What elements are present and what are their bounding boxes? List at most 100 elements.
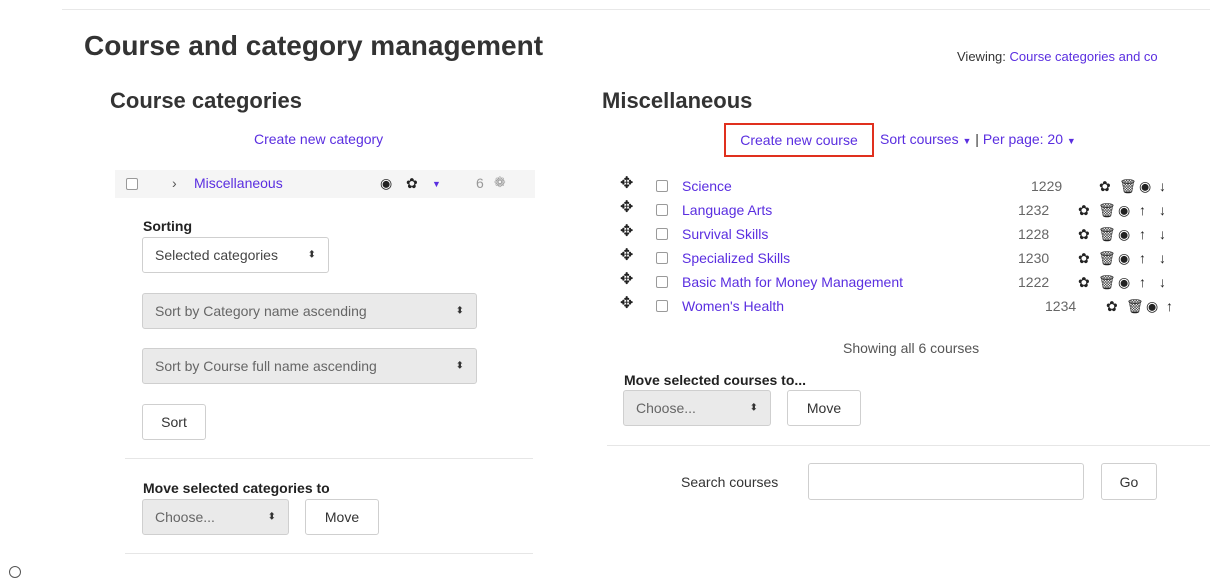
caret-down-icon[interactable]: ▼ xyxy=(1067,136,1076,146)
sort-button[interactable]: Sort xyxy=(142,404,206,440)
course-sort-select[interactable]: Sort by Course full name ascending ⬍ xyxy=(142,348,477,384)
move-icon[interactable]: ✥ xyxy=(620,176,633,192)
search-courses-label: Search courses xyxy=(681,474,779,490)
trash-icon[interactable]: 🗑 xyxy=(1098,275,1116,289)
course-id: 1228 xyxy=(1018,226,1050,242)
course-checkbox[interactable] xyxy=(656,300,668,312)
category-name-link[interactable]: Miscellaneous xyxy=(194,175,283,191)
eye-icon[interactable]: ◉ xyxy=(380,176,392,190)
viewing-link[interactable]: Course categories and co xyxy=(1010,49,1158,64)
move-categories-label: Move selected categories to xyxy=(143,480,330,496)
page-title: Course and category management xyxy=(84,30,544,61)
eye-icon[interactable]: ◉ xyxy=(1139,179,1151,193)
arrow-down-icon[interactable]: ↓ xyxy=(1159,203,1166,217)
sorting-label: Sorting xyxy=(143,218,192,234)
move-courses-select[interactable]: Choose... ⬍ xyxy=(623,390,771,426)
category-row[interactable]: › Miscellaneous ◉ ✿ ▼ 6 ❁ xyxy=(115,170,535,198)
arrow-down-icon[interactable]: ↓ xyxy=(1159,179,1166,193)
arrow-down-icon[interactable]: ↓ xyxy=(1159,227,1166,241)
move-categories-button[interactable]: Move xyxy=(305,499,379,535)
course-name-link[interactable]: Women's Health xyxy=(682,298,784,314)
move-icon[interactable]: ✥ xyxy=(620,296,633,312)
course-checkbox[interactable] xyxy=(656,204,668,216)
select-arrows-icon: ⬍ xyxy=(267,511,276,523)
course-name-link[interactable]: Survival Skills xyxy=(682,226,768,242)
eye-icon[interactable]: ◉ xyxy=(1146,299,1158,313)
gear-icon[interactable]: ✿ xyxy=(1078,251,1090,265)
cohort-icon: ❁ xyxy=(494,174,506,190)
courses-heading: Miscellaneous xyxy=(602,88,753,113)
create-category-link[interactable]: Create new category xyxy=(254,131,383,147)
gear-icon[interactable]: ✿ xyxy=(1078,275,1090,289)
per-page-link[interactable]: Per page: 20 xyxy=(983,131,1063,147)
caret-down-icon[interactable]: ▼ xyxy=(962,136,971,146)
gear-icon[interactable]: ✿ xyxy=(1078,203,1090,217)
arrow-up-icon[interactable]: ↑ xyxy=(1139,251,1146,265)
move-courses-button[interactable]: Move xyxy=(787,390,861,426)
course-checkbox[interactable] xyxy=(656,276,668,288)
arrow-up-icon[interactable]: ↑ xyxy=(1139,227,1146,241)
select-arrows-icon: ⬍ xyxy=(307,249,316,261)
trash-icon[interactable]: 🗑 xyxy=(1119,179,1137,193)
divider xyxy=(607,445,1210,446)
course-name-link[interactable]: Science xyxy=(682,178,732,194)
move-courses-value: Choose... xyxy=(636,400,696,416)
course-row: ✥ Survival Skills 1228 ✿ 🗑 ◉ ↑ ↓ xyxy=(620,222,1210,246)
course-row: ✥ Specialized Skills 1230 ✿ 🗑 ◉ ↑ ↓ xyxy=(620,246,1210,270)
search-go-button[interactable]: Go xyxy=(1101,463,1157,500)
course-checkbox[interactable] xyxy=(656,180,668,192)
trash-icon[interactable]: 🗑 xyxy=(1098,203,1116,217)
arrow-up-icon[interactable]: ↑ xyxy=(1139,203,1146,217)
arrow-down-icon[interactable]: ↓ xyxy=(1159,251,1166,265)
caret-down-icon[interactable]: ▼ xyxy=(432,180,441,189)
move-icon[interactable]: ✥ xyxy=(620,224,633,240)
move-icon[interactable]: ✥ xyxy=(620,272,633,288)
move-courses-label: Move selected courses to... xyxy=(624,372,807,388)
gear-icon[interactable]: ✿ xyxy=(1106,299,1118,313)
course-name-link[interactable]: Language Arts xyxy=(682,202,772,218)
eye-icon[interactable]: ◉ xyxy=(1118,203,1130,217)
course-name-link[interactable]: Basic Math for Money Management xyxy=(682,274,903,290)
gear-icon[interactable]: ✿ xyxy=(406,176,418,190)
arrow-up-icon[interactable]: ↑ xyxy=(1166,299,1173,313)
course-name-link[interactable]: Specialized Skills xyxy=(682,250,790,266)
trash-icon[interactable]: 🗑 xyxy=(1098,227,1116,241)
category-checkbox[interactable] xyxy=(126,178,138,190)
sort-courses-link[interactable]: Sort courses xyxy=(880,131,959,147)
expand-chevron-icon[interactable]: › xyxy=(172,175,177,191)
separator: | xyxy=(975,131,979,147)
select-arrows-icon: ⬍ xyxy=(749,402,758,414)
circle-icon xyxy=(9,566,21,578)
courses-count-summary: Showing all 6 courses xyxy=(843,340,980,356)
eye-icon[interactable]: ◉ xyxy=(1118,251,1130,265)
category-sort-select[interactable]: Sort by Category name ascending ⬍ xyxy=(142,293,477,329)
course-checkbox[interactable] xyxy=(656,228,668,240)
move-categories-value: Choose... xyxy=(155,509,215,525)
sorting-scope-value: Selected categories xyxy=(155,247,278,263)
arrow-down-icon[interactable]: ↓ xyxy=(1159,275,1166,289)
trash-icon[interactable]: 🗑 xyxy=(1098,251,1116,265)
gear-icon[interactable]: ✿ xyxy=(1099,179,1111,193)
course-checkbox[interactable] xyxy=(656,252,668,264)
divider xyxy=(125,553,533,554)
move-icon[interactable]: ✥ xyxy=(620,200,633,216)
course-row: ✥ Women's Health 1234 ✿ 🗑 ◉ ↑ xyxy=(620,294,1210,318)
sorting-scope-select[interactable]: Selected categories ⬍ xyxy=(142,237,329,273)
course-id: 1222 xyxy=(1018,274,1050,290)
create-course-link[interactable]: Create new course xyxy=(724,123,874,157)
eye-icon[interactable]: ◉ xyxy=(1118,227,1130,241)
category-sort-value: Sort by Category name ascending xyxy=(155,303,367,319)
course-id: 1232 xyxy=(1018,202,1050,218)
move-icon[interactable]: ✥ xyxy=(620,248,633,264)
trash-icon[interactable]: 🗑 xyxy=(1126,299,1144,313)
gear-icon[interactable]: ✿ xyxy=(1078,227,1090,241)
viewing-selector: Viewing: Course categories and co xyxy=(957,49,1158,64)
top-divider xyxy=(62,9,1210,10)
arrow-up-icon[interactable]: ↑ xyxy=(1139,275,1146,289)
search-courses-input[interactable] xyxy=(808,463,1084,500)
course-listing-options: Sort courses ▼ | Per page: 20 ▼ xyxy=(880,131,1076,147)
select-arrows-icon: ⬍ xyxy=(455,305,464,317)
eye-icon[interactable]: ◉ xyxy=(1118,275,1130,289)
course-row: ✥ Language Arts 1232 ✿ 🗑 ◉ ↑ ↓ xyxy=(620,198,1210,222)
move-categories-select[interactable]: Choose... ⬍ xyxy=(142,499,289,535)
